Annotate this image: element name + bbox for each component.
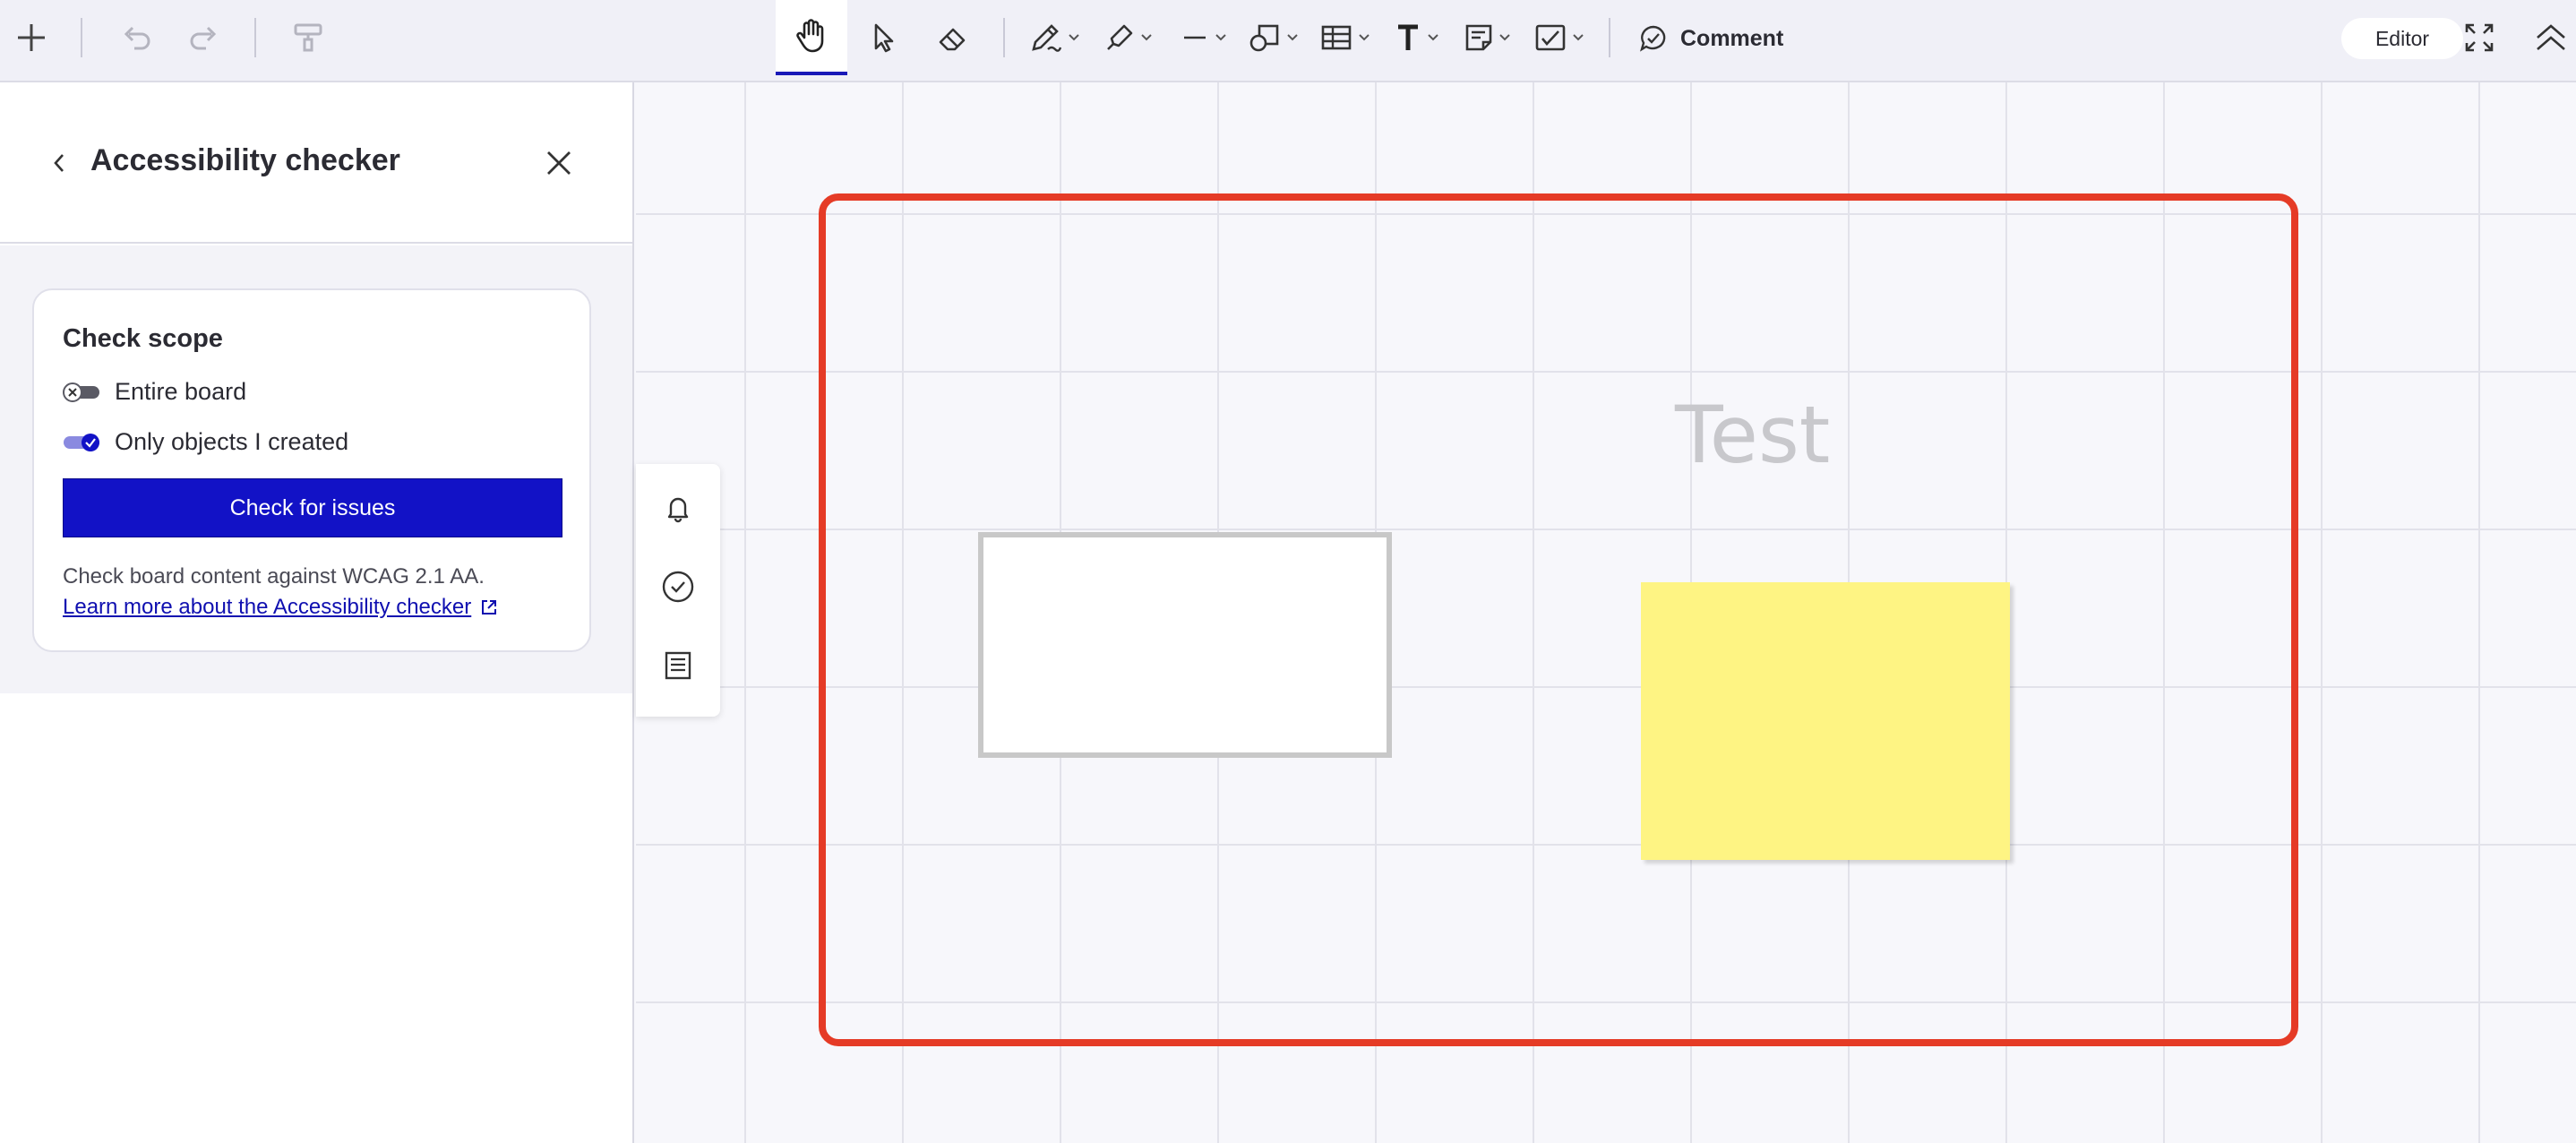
learn-more-link[interactable]: Learn more about the Accessibility check… bbox=[63, 595, 498, 620]
check-scope-card: Check scope Entire board Only objects I … bbox=[32, 288, 591, 652]
table-icon bbox=[1321, 25, 1352, 50]
comment-icon bbox=[1640, 25, 1666, 52]
only-my-objects-option[interactable]: Only objects I created bbox=[63, 428, 348, 456]
sticky-note-icon bbox=[1465, 24, 1492, 51]
bell-icon bbox=[667, 497, 689, 523]
line-tool-button[interactable] bbox=[1175, 0, 1232, 75]
toolbar-divider bbox=[1003, 18, 1005, 57]
wcag-description: Check board content against WCAG 2.1 AA. bbox=[63, 564, 485, 589]
hand-icon bbox=[796, 19, 824, 53]
fullscreen-button[interactable] bbox=[2461, 0, 2497, 75]
close-icon bbox=[547, 151, 571, 175]
close-button[interactable] bbox=[545, 147, 573, 179]
toolbar-divider bbox=[254, 18, 256, 57]
undo-icon bbox=[124, 26, 150, 50]
highlighter-icon bbox=[1107, 24, 1133, 50]
text-icon bbox=[1398, 24, 1418, 50]
chevron-down-icon bbox=[1573, 34, 1584, 41]
checkbox-icon bbox=[1535, 24, 1566, 51]
check-circle-icon bbox=[662, 571, 694, 603]
collapse-toolbar-button[interactable] bbox=[2531, 0, 2571, 75]
shapes-tool-button[interactable] bbox=[1245, 0, 1302, 75]
plus-icon bbox=[18, 24, 45, 51]
outline-button[interactable] bbox=[661, 649, 695, 683]
add-button[interactable] bbox=[13, 0, 50, 75]
toggle-off-icon bbox=[63, 382, 99, 402]
fullscreen-icon bbox=[2465, 23, 2494, 52]
redo-button[interactable] bbox=[186, 0, 222, 75]
notifications-button[interactable] bbox=[661, 491, 695, 525]
pen-tool-button[interactable] bbox=[1026, 0, 1084, 75]
chevron-down-icon bbox=[1499, 34, 1510, 41]
accessibility-panel: Accessibility checker Check scope Entire… bbox=[0, 82, 634, 1143]
back-button[interactable] bbox=[47, 147, 70, 179]
chevron-down-icon bbox=[1141, 34, 1152, 41]
checkbox-tool-button[interactable] bbox=[1528, 0, 1591, 75]
panel-header: Accessibility checker bbox=[0, 82, 632, 244]
toolbar-divider bbox=[81, 18, 82, 57]
highlighter-tool-button[interactable] bbox=[1100, 0, 1157, 75]
double-chevron-up-icon bbox=[2537, 24, 2565, 50]
entire-board-option[interactable]: Entire board bbox=[63, 378, 246, 406]
side-mini-toolbar bbox=[636, 464, 720, 717]
learn-more-text: Learn more about the Accessibility check… bbox=[63, 595, 472, 619]
eraser-icon bbox=[939, 28, 966, 51]
whiteboard-canvas[interactable]: Test bbox=[636, 82, 2576, 1143]
chevron-down-icon bbox=[1428, 34, 1438, 41]
format-painter-button[interactable] bbox=[290, 0, 326, 75]
toggle-on-icon bbox=[64, 433, 99, 451]
comment-button[interactable]: Comment bbox=[1639, 16, 1783, 61]
panel-title: Accessibility checker bbox=[90, 143, 400, 177]
table-tool-button[interactable] bbox=[1315, 0, 1376, 75]
text-tool-button[interactable] bbox=[1390, 0, 1444, 75]
chevron-left-icon bbox=[54, 154, 64, 172]
panel-body: Check scope Entire board Only objects I … bbox=[0, 245, 632, 693]
editor-mode-label: Editor bbox=[2374, 26, 2430, 50]
entire-board-label: Entire board bbox=[115, 378, 247, 405]
sticky-note-tool-button[interactable] bbox=[1458, 0, 1517, 75]
sticky-note[interactable] bbox=[1641, 582, 2010, 860]
select-tool-button[interactable] bbox=[865, 0, 901, 75]
top-toolbar: Comment Editor bbox=[0, 0, 2576, 82]
toolbar-divider bbox=[1609, 18, 1610, 57]
check-scope-title: Check scope bbox=[63, 324, 223, 353]
redo-icon bbox=[190, 26, 217, 50]
line-icon bbox=[1184, 36, 1206, 39]
cursor-icon bbox=[874, 23, 894, 53]
only-my-objects-label: Only objects I created bbox=[115, 428, 349, 455]
undo-button[interactable] bbox=[118, 0, 154, 75]
paint-roller-icon bbox=[294, 23, 322, 52]
chevron-down-icon bbox=[1359, 34, 1370, 41]
external-link-icon bbox=[482, 600, 497, 614]
accessibility-check-button[interactable] bbox=[661, 570, 695, 604]
shapes-icon bbox=[1249, 24, 1279, 52]
chevron-down-icon bbox=[1287, 34, 1298, 41]
hand-tool-button[interactable] bbox=[776, 0, 847, 75]
eraser-tool-button[interactable] bbox=[935, 0, 971, 75]
canvas-text-object[interactable]: Test bbox=[1675, 389, 1830, 481]
chevron-down-icon bbox=[1215, 34, 1226, 41]
chevron-down-icon bbox=[1069, 34, 1079, 41]
list-icon bbox=[665, 651, 691, 680]
pen-icon bbox=[1032, 24, 1062, 52]
check-for-issues-button[interactable]: Check for issues bbox=[63, 478, 562, 537]
comment-label: Comment bbox=[1680, 25, 1784, 51]
rectangle-shape[interactable] bbox=[978, 532, 1392, 758]
editor-mode-button[interactable]: Editor bbox=[2341, 18, 2463, 59]
